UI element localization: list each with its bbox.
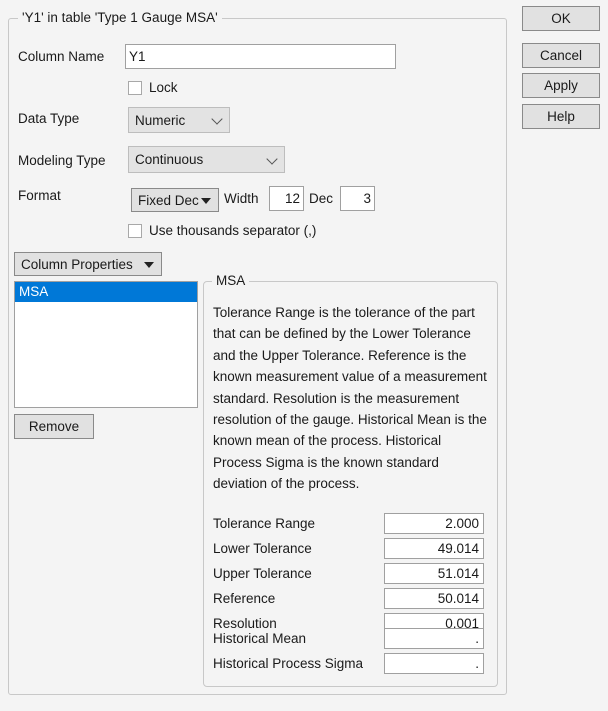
data-type-dropdown[interactable]: Numeric xyxy=(128,107,230,133)
msa-field-label: Tolerance Range xyxy=(213,516,315,531)
msa-field-label: Resolution xyxy=(213,616,277,631)
chevron-down-icon xyxy=(266,153,277,164)
column-name-label: Column Name xyxy=(18,49,104,64)
help-button[interactable]: Help xyxy=(522,104,600,129)
data-type-value: Numeric xyxy=(135,113,185,128)
modeling-type-label: Modeling Type xyxy=(18,153,106,168)
format-dropdown[interactable]: Fixed Dec xyxy=(131,188,219,212)
dec-label: Dec xyxy=(309,191,333,206)
dec-input[interactable] xyxy=(340,186,375,211)
msa-field-label: Reference xyxy=(213,591,275,606)
msa-panel-title: MSA xyxy=(212,273,249,288)
remove-button[interactable]: Remove xyxy=(14,414,94,439)
apply-button[interactable]: Apply xyxy=(522,73,600,98)
cancel-button[interactable]: Cancel xyxy=(522,43,600,68)
list-item[interactable]: MSA xyxy=(15,282,197,302)
lock-label: Lock xyxy=(149,80,178,95)
upper-tolerance-input[interactable] xyxy=(384,563,484,584)
thousands-separator-label: Use thousands separator (,) xyxy=(149,223,316,238)
msa-field-label: Lower Tolerance xyxy=(213,541,312,556)
msa-field-label: Upper Tolerance xyxy=(213,566,312,581)
lock-checkbox-row[interactable]: Lock xyxy=(128,80,178,95)
lower-tolerance-input[interactable] xyxy=(384,538,484,559)
historical-mean-input[interactable] xyxy=(384,628,484,649)
reference-input[interactable] xyxy=(384,588,484,609)
ok-button[interactable]: OK xyxy=(522,6,600,31)
format-value: Fixed Dec xyxy=(138,193,199,208)
chevron-down-icon xyxy=(211,113,222,124)
column-properties-dropdown[interactable]: Column Properties xyxy=(14,252,162,276)
tolerance-range-input[interactable] xyxy=(384,513,484,534)
msa-description: Tolerance Range is the tolerance of the … xyxy=(213,302,489,495)
triangle-down-icon xyxy=(201,198,211,204)
width-input[interactable] xyxy=(269,186,304,211)
thousands-separator-checkbox[interactable] xyxy=(128,224,142,238)
triangle-down-icon xyxy=(144,262,154,268)
column-properties-label: Column Properties xyxy=(21,257,133,272)
column-properties-listbox[interactable]: MSA xyxy=(14,281,198,408)
historical-process-sigma-input[interactable] xyxy=(384,653,484,674)
column-name-input[interactable] xyxy=(125,44,396,69)
modeling-type-dropdown[interactable]: Continuous xyxy=(128,146,285,173)
thousands-separator-checkbox-row[interactable]: Use thousands separator (,) xyxy=(128,223,316,238)
data-type-label: Data Type xyxy=(18,111,79,126)
format-label: Format xyxy=(18,188,61,203)
width-label: Width xyxy=(224,191,259,206)
groupbox-title: 'Y1' in table 'Type 1 Gauge MSA' xyxy=(18,10,222,25)
modeling-type-value: Continuous xyxy=(135,152,203,167)
lock-checkbox[interactable] xyxy=(128,81,142,95)
msa-field-label: Historical Mean xyxy=(213,631,306,646)
msa-field-label: Historical Process Sigma xyxy=(213,656,363,671)
